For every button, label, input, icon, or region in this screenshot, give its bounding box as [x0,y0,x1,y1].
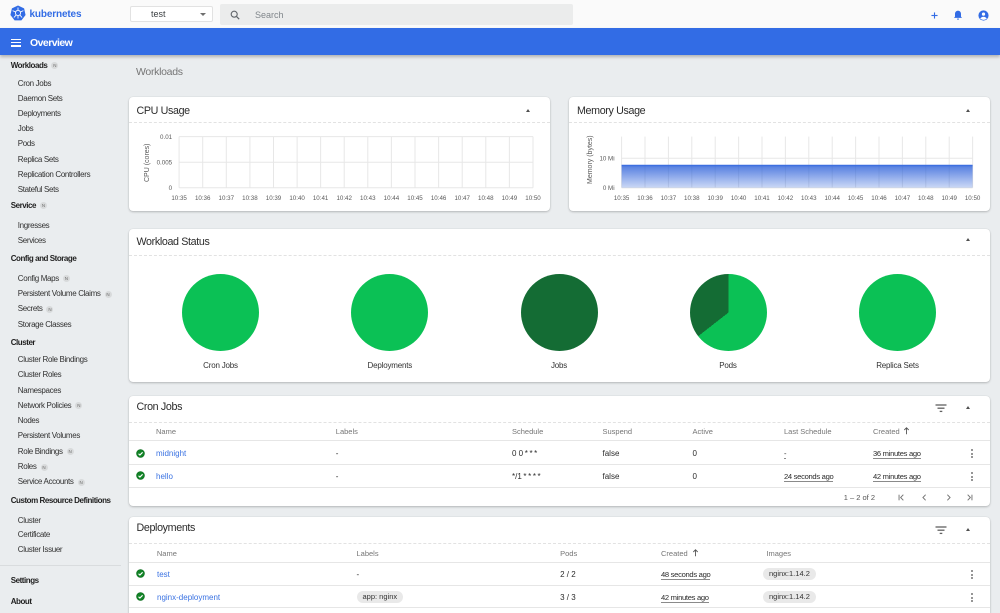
svg-text:10:42: 10:42 [778,195,794,202]
svg-text:0: 0 [168,185,172,192]
svg-text:Memory (bytes): Memory (bytes) [587,135,594,184]
svg-text:10:38: 10:38 [242,195,258,202]
svg-text:10:40: 10:40 [731,195,747,202]
svg-text:10:45: 10:45 [848,195,864,202]
svg-text:10:40: 10:40 [289,195,305,202]
svg-text:10 Mi: 10 Mi [599,156,614,163]
svg-text:10:43: 10:43 [801,195,817,202]
svg-text:0 Mi: 0 Mi [603,185,615,192]
svg-text:0.01: 0.01 [160,134,173,141]
svg-text:10:35: 10:35 [614,195,630,202]
svg-text:10:48: 10:48 [478,195,494,202]
svg-text:10:49: 10:49 [501,195,517,202]
svg-text:10:45: 10:45 [407,195,423,202]
svg-text:10:47: 10:47 [454,195,470,202]
svg-text:10:46: 10:46 [430,195,446,202]
svg-text:10:41: 10:41 [312,195,328,202]
svg-text:10:50: 10:50 [965,195,981,202]
svg-text:10:38: 10:38 [684,195,700,202]
svg-text:10:36: 10:36 [194,195,210,202]
svg-text:10:44: 10:44 [824,195,840,202]
svg-text:10:42: 10:42 [336,195,352,202]
svg-text:10:39: 10:39 [707,195,723,202]
svg-text:10:47: 10:47 [895,195,911,202]
svg-text:10:43: 10:43 [360,195,376,202]
svg-text:10:41: 10:41 [754,195,770,202]
svg-text:10:50: 10:50 [525,195,541,202]
svg-text:CPU (cores): CPU (cores) [144,143,151,182]
svg-text:10:36: 10:36 [637,195,653,202]
svg-text:10:35: 10:35 [171,195,187,202]
svg-text:10:48: 10:48 [918,195,934,202]
svg-text:10:46: 10:46 [871,195,887,202]
svg-text:10:39: 10:39 [265,195,281,202]
svg-text:10:37: 10:37 [218,195,234,202]
svg-text:10:44: 10:44 [383,195,399,202]
svg-text:10:37: 10:37 [661,195,677,202]
svg-text:10:49: 10:49 [941,195,957,202]
svg-text:0.005: 0.005 [156,159,172,166]
